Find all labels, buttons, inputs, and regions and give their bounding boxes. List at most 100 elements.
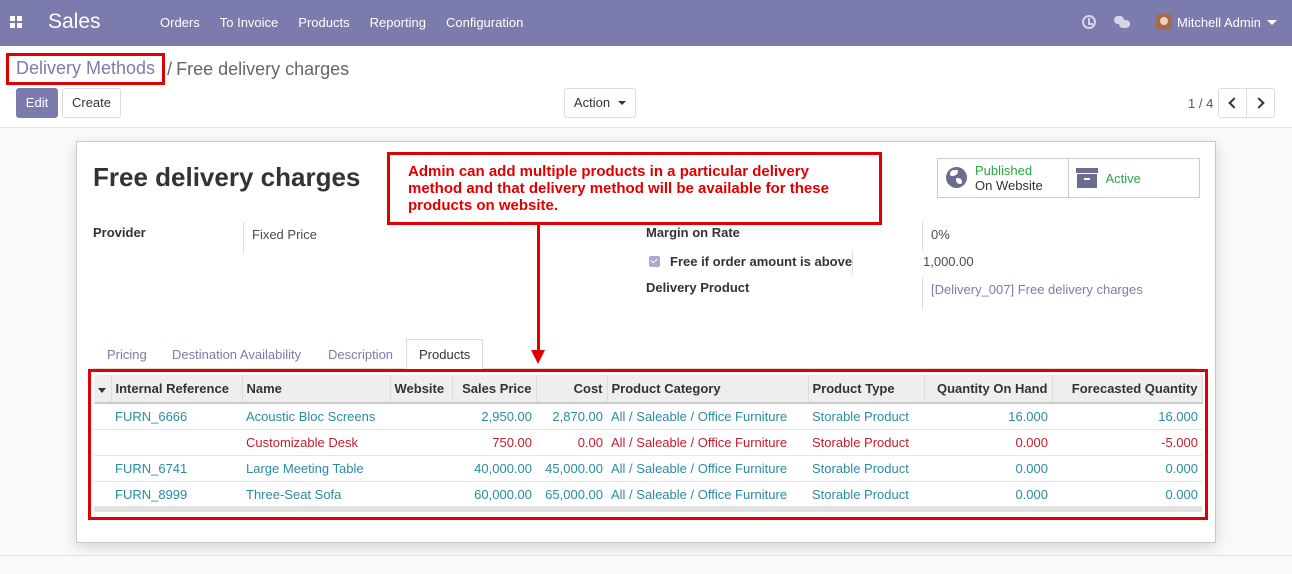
sort-column[interactable] xyxy=(94,375,112,404)
tab-description[interactable]: Description xyxy=(328,347,393,362)
column-sales-price[interactable]: Sales Price xyxy=(452,375,537,404)
column-product-category[interactable]: Product Category xyxy=(607,375,809,404)
user-menu-name[interactable]: Mitchell Admin xyxy=(1177,15,1261,30)
create-button[interactable]: Create xyxy=(62,88,121,118)
cell-forecast: 16.000 xyxy=(1052,403,1202,430)
record-title: Free delivery charges xyxy=(93,162,361,192)
table-row[interactable]: FURN_8999 Three-Seat Sofa 60,000.00 65,0… xyxy=(94,481,1202,508)
cell-name: Large Meeting Table xyxy=(242,455,390,482)
cell-cost: 0.00 xyxy=(536,429,607,456)
cell-forecast: -5.000 xyxy=(1052,429,1202,456)
cell-type: Storable Product xyxy=(808,403,924,430)
margin-value: 0% xyxy=(931,227,950,242)
clock-icon[interactable] xyxy=(1082,15,1096,29)
cell-ref: FURN_8999 xyxy=(111,481,242,508)
caret-down-icon xyxy=(618,101,627,105)
cell-name: Acoustic Bloc Screens xyxy=(242,403,390,430)
chevron-right-icon xyxy=(1253,97,1265,109)
column-quantity-on-hand[interactable]: Quantity On Hand xyxy=(924,375,1053,404)
sort-caret-icon xyxy=(98,388,107,393)
cell-category: All / Saleable / Office Furniture xyxy=(607,429,808,456)
breadcrumb-current: Free delivery charges xyxy=(176,58,350,79)
cell-category: All / Saleable / Office Furniture xyxy=(607,455,808,482)
breadcrumb: Delivery Methods / Free delivery charges xyxy=(6,53,349,85)
app-name: Sales xyxy=(48,10,101,33)
published-on-website: On Website xyxy=(975,178,1043,193)
apps-grid-icon[interactable] xyxy=(10,16,23,29)
active-toggle-button[interactable]: Active xyxy=(1069,159,1200,197)
cell-website xyxy=(390,455,452,482)
provider-value: Fixed Price xyxy=(252,227,318,242)
breadcrumb-delivery-methods[interactable]: Delivery Methods xyxy=(6,53,166,85)
table-header-row: Internal Reference Name Website Sales Pr… xyxy=(94,375,1203,404)
menu-item-orders[interactable]: Orders xyxy=(160,15,200,30)
action-label: Action xyxy=(573,95,611,110)
cell-forecast: 0.000 xyxy=(1052,455,1202,482)
action-dropdown[interactable]: Action xyxy=(564,88,636,118)
cell-cost: 65,000.00 xyxy=(536,481,607,508)
cell-forecast: 0.000 xyxy=(1052,481,1202,508)
menu-item-configuration[interactable]: Configuration xyxy=(446,15,523,30)
menu-item-reporting[interactable]: Reporting xyxy=(370,15,426,30)
published-button[interactable]: Published On Website xyxy=(938,159,1069,197)
cell-price: 2,950.00 xyxy=(452,403,536,430)
chat-icon[interactable] xyxy=(1114,16,1130,28)
free-threshold-value: 1,000.00 xyxy=(923,254,974,269)
column-internal-reference[interactable]: Internal Reference xyxy=(111,375,243,404)
cell-qty: 16.000 xyxy=(924,403,1052,430)
cell-website xyxy=(390,429,452,456)
table-row[interactable]: FURN_6666 Acoustic Bloc Screens 2,950.00… xyxy=(94,403,1202,430)
active-label: Active xyxy=(1105,171,1141,186)
cell-website xyxy=(390,403,452,430)
published-status: Published xyxy=(975,163,1033,178)
cell-cost: 2,870.00 xyxy=(536,403,607,430)
table-row[interactable]: FURN_6741 Large Meeting Table 40,000.00 … xyxy=(94,455,1202,482)
free-threshold-label: Free if order amount is above xyxy=(670,254,853,269)
column-cost[interactable]: Cost xyxy=(536,375,608,404)
cell-price: 40,000.00 xyxy=(452,455,536,482)
top-navbar: Sales Orders To Invoice Products Reporti… xyxy=(0,0,1292,46)
provider-label: Provider xyxy=(93,225,146,240)
tab-pricing[interactable]: Pricing xyxy=(107,347,147,362)
pager-previous-button[interactable] xyxy=(1218,88,1247,118)
form-sheet: Free delivery charges Published On Websi… xyxy=(76,141,1216,543)
menu-item-products[interactable]: Products xyxy=(298,15,349,30)
edit-button[interactable]: Edit xyxy=(16,88,58,118)
pager-value[interactable]: 1 / 4 xyxy=(1188,96,1213,111)
checkbox-checked-icon xyxy=(649,256,660,267)
delivery-product-link[interactable]: [Delivery_007] Free delivery charges xyxy=(931,282,1143,297)
annotation-callout: Admin can add multiple products in a par… xyxy=(387,152,882,225)
annotation-arrow-head xyxy=(531,350,545,364)
field-divider xyxy=(922,222,923,250)
field-divider xyxy=(922,278,923,310)
column-forecasted-quantity[interactable]: Forecasted Quantity xyxy=(1052,375,1203,404)
table-footer xyxy=(94,506,1202,512)
cell-ref: FURN_6741 xyxy=(111,455,242,482)
main-menu: Orders To Invoice Products Reporting Con… xyxy=(160,15,543,30)
cell-cost: 45,000.00 xyxy=(536,455,607,482)
cell-ref: FURN_6666 xyxy=(111,403,242,430)
smart-buttons: Published On Website Active xyxy=(937,158,1200,198)
page-bottom xyxy=(0,555,1292,574)
breadcrumb-separator: / xyxy=(167,58,173,79)
form-view: Free delivery charges Published On Websi… xyxy=(0,129,1292,574)
control-panel: Delivery Methods / Free delivery charges… xyxy=(0,46,1292,128)
cell-name: Three-Seat Sofa xyxy=(242,481,390,508)
caret-down-icon[interactable] xyxy=(1267,20,1277,25)
chevron-left-icon xyxy=(1228,97,1240,109)
column-name[interactable]: Name xyxy=(242,375,391,404)
cell-qty: 0.000 xyxy=(924,429,1052,456)
pager-next-button[interactable] xyxy=(1246,88,1275,118)
tab-products[interactable]: Products xyxy=(406,339,484,370)
cell-qty: 0.000 xyxy=(924,481,1052,508)
avatar[interactable] xyxy=(1156,14,1172,30)
products-table-highlight: Internal Reference Name Website Sales Pr… xyxy=(88,369,1208,520)
column-website[interactable]: Website xyxy=(390,375,453,404)
table-row[interactable]: Customizable Desk 750.00 0.00 All / Sale… xyxy=(94,429,1202,456)
delivery-product-label: Delivery Product xyxy=(646,280,750,295)
column-product-type[interactable]: Product Type xyxy=(808,375,925,404)
tab-destination-availability[interactable]: Destination Availability xyxy=(172,347,301,362)
cell-price: 60,000.00 xyxy=(452,481,536,508)
menu-item-to-invoice[interactable]: To Invoice xyxy=(220,15,279,30)
cell-price: 750.00 xyxy=(452,429,536,456)
